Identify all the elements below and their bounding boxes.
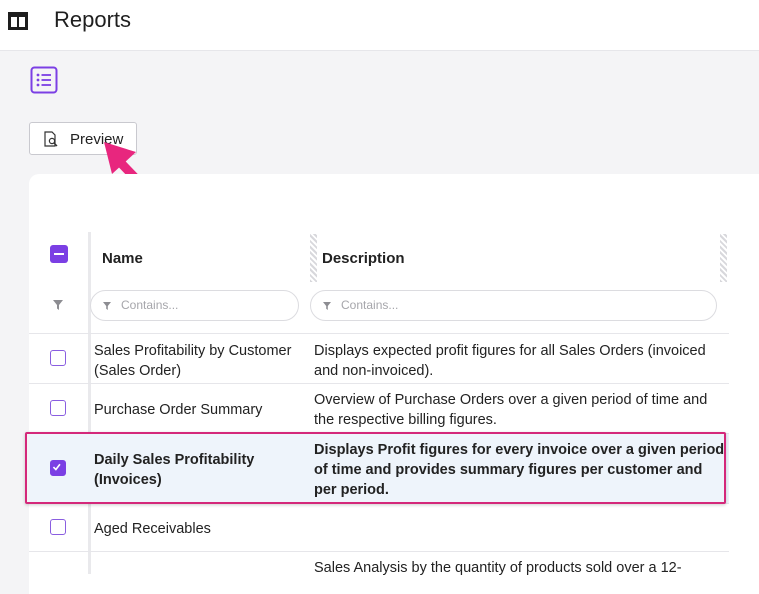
row-checkbox[interactable]	[50, 350, 66, 366]
filter-icon	[323, 302, 331, 310]
report-name: Purchase Order Summary	[94, 402, 263, 418]
table-row[interactable]: Sales Analysis by the quantity of produc…	[29, 551, 729, 575]
preview-icon	[44, 131, 58, 147]
list-icon[interactable]	[30, 66, 58, 94]
description-filter-field[interactable]	[339, 297, 493, 313]
table-row[interactable]: Sales Profitability by Customer (Sales O…	[29, 333, 729, 384]
table-icon	[8, 12, 28, 30]
report-description: Sales Analysis by the quantity of produc…	[314, 560, 682, 575]
column-header-description[interactable]: Description	[322, 250, 405, 267]
description-filter-input[interactable]	[310, 290, 717, 321]
filter-icon[interactable]	[53, 300, 63, 310]
report-description: Overview of Purchase Orders over a given…	[314, 392, 708, 428]
name-filter-input[interactable]	[90, 290, 299, 321]
page-title: Reports	[54, 7, 132, 32]
report-name: Sales Profitability by Customer (Sales O…	[94, 343, 292, 379]
report-name: Aged Receivables	[94, 521, 211, 537]
select-all-checkbox[interactable]	[50, 245, 68, 263]
row-checkbox[interactable]	[50, 519, 66, 535]
filter-icon	[103, 302, 111, 310]
report-description: Displays expected profit figures for all…	[314, 343, 706, 379]
column-resize-handle[interactable]	[720, 234, 727, 282]
top-bar: Reports	[0, 0, 759, 51]
selection-highlight	[25, 432, 726, 504]
row-checkbox[interactable]	[50, 400, 66, 416]
name-filter-field[interactable]	[119, 297, 273, 313]
column-header-name[interactable]: Name	[102, 250, 143, 267]
column-resize-handle[interactable]	[310, 234, 317, 282]
table-row[interactable]: Aged Receivables	[29, 503, 729, 552]
table-row[interactable]: Purchase Order Summary Overview of Purch…	[29, 383, 729, 434]
